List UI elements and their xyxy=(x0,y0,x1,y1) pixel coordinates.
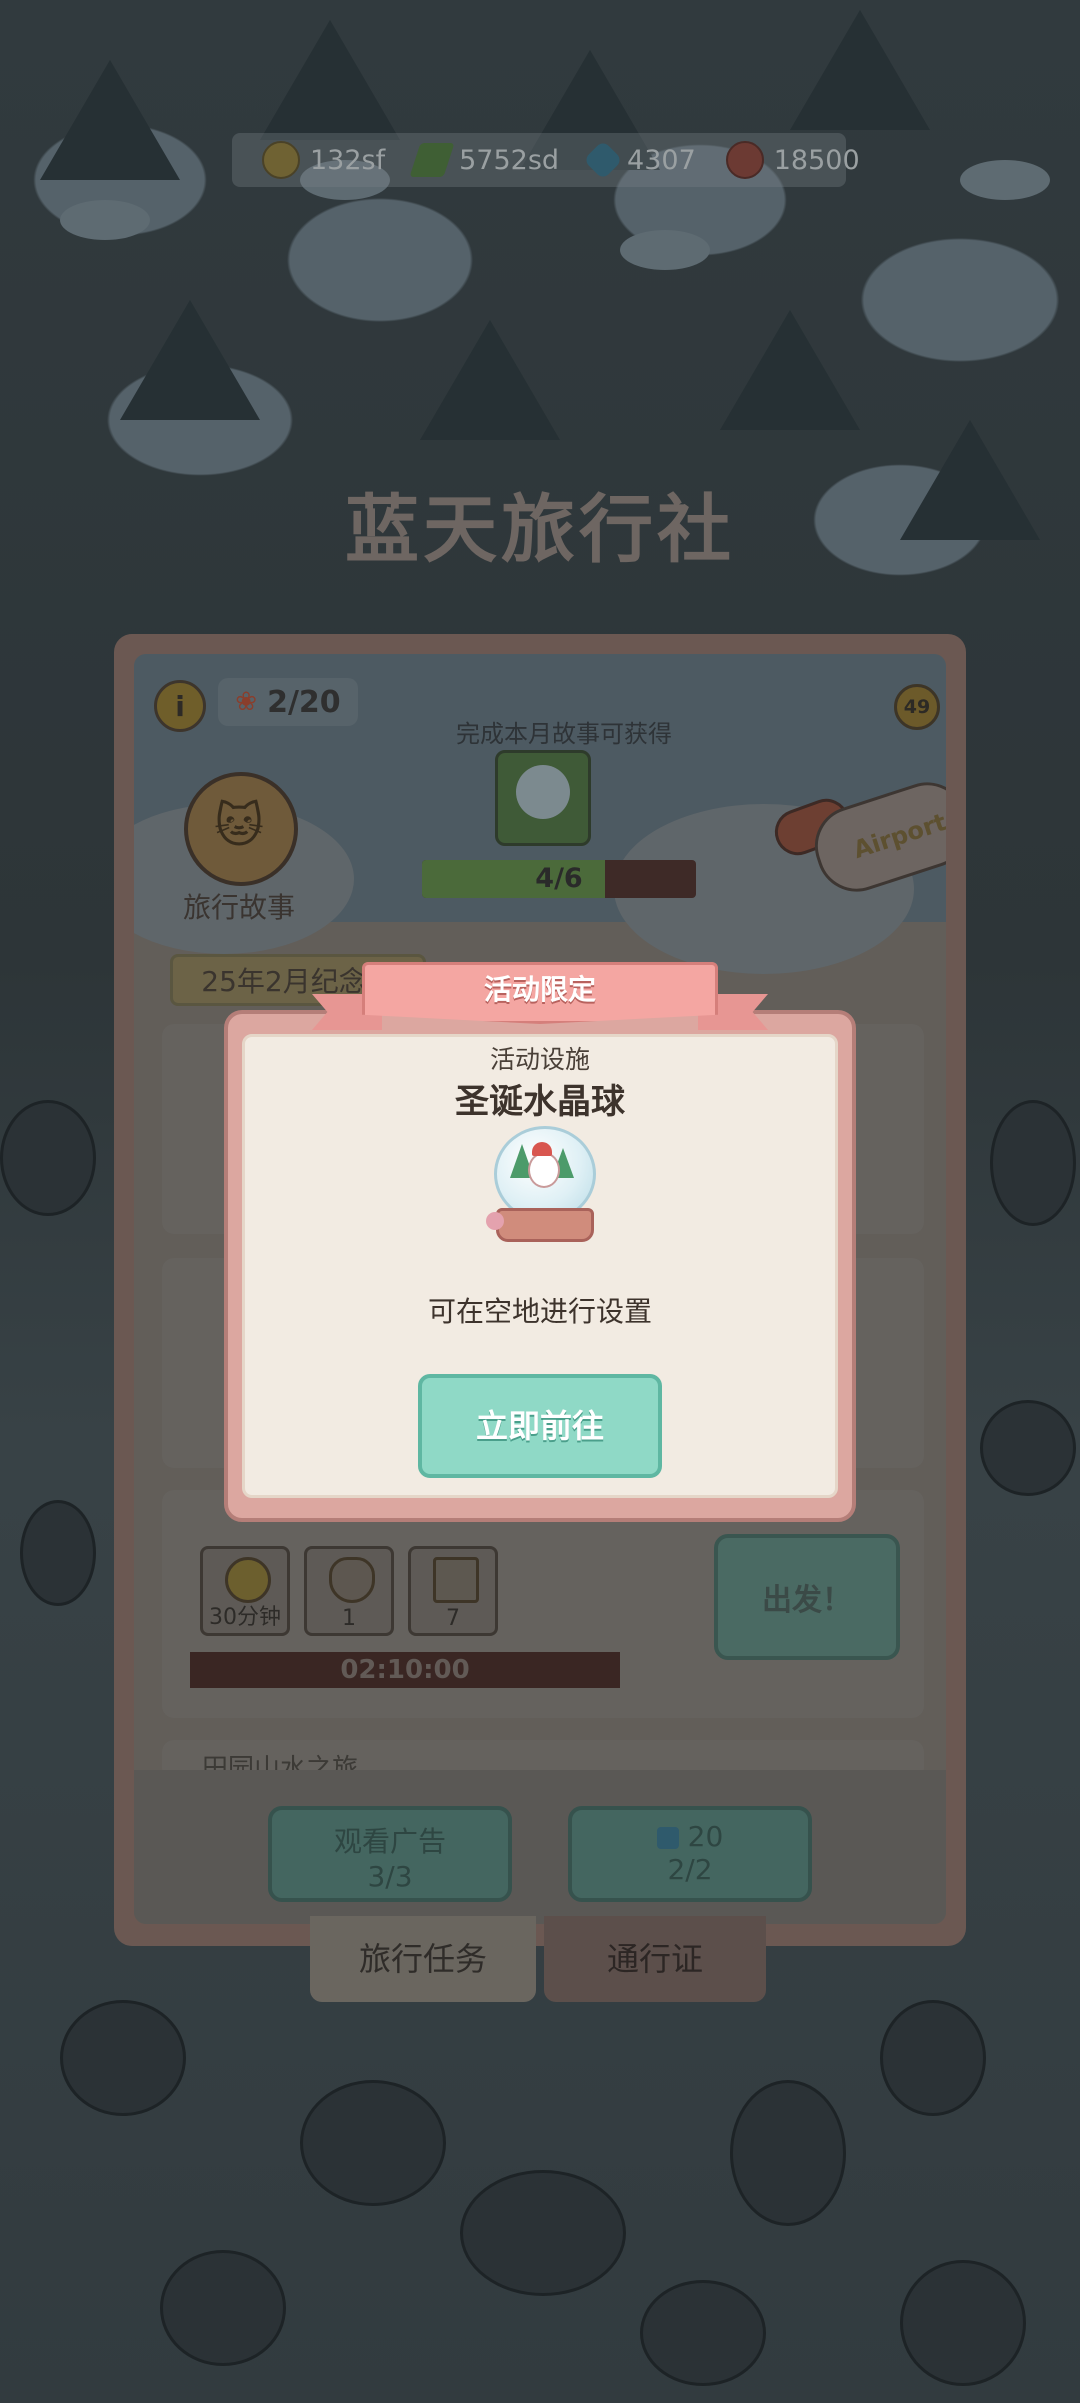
dialog-subtitle: 活动设施 xyxy=(489,1045,590,1074)
santa-hat xyxy=(532,1142,552,1156)
ribbon-label: 活动限定 xyxy=(483,973,596,1006)
christmas-snow-globe-icon xyxy=(486,1126,596,1242)
limited-event-ribbon: 活动限定 xyxy=(312,950,768,1044)
globe-cat xyxy=(528,1152,560,1188)
globe-base xyxy=(496,1208,594,1242)
go-now-button[interactable]: 立即前往 xyxy=(418,1374,662,1478)
dialog-title: 圣诞水晶球 xyxy=(455,1082,625,1122)
globe-bow xyxy=(486,1212,504,1230)
dialog-description: 可在空地进行设置 xyxy=(427,1295,652,1328)
